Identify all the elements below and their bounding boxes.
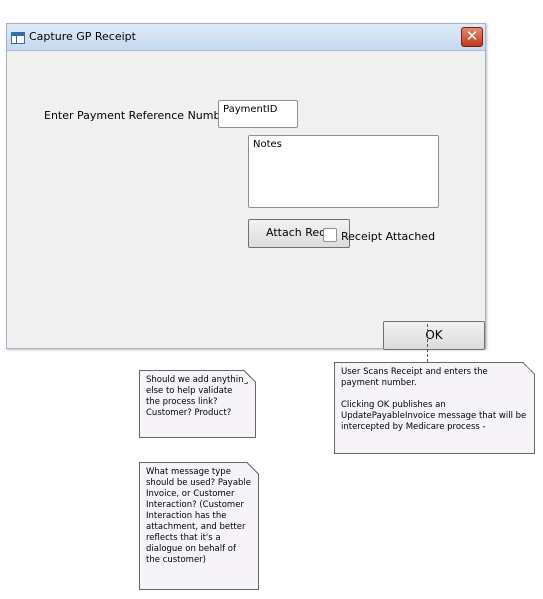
close-button[interactable]: ✕ — [461, 27, 483, 47]
receipt-attached-label: Receipt Attached — [341, 230, 436, 243]
ok-button[interactable]: OK — [383, 321, 485, 350]
payment-reference-label: Enter Payment Reference Number — [44, 109, 232, 122]
form-window-icon — [11, 32, 25, 44]
sticky-note-ok-behavior: User Scans Receipt and enters the paymen… — [334, 362, 535, 454]
payment-id-field[interactable]: PaymentID — [218, 100, 298, 128]
window-client-area: Enter Payment Reference Number PaymentID… — [15, 51, 485, 350]
sticky-note-message-type: What message type should be used? Payabl… — [139, 462, 259, 590]
payment-id-text: PaymentID — [223, 104, 278, 115]
notes-field[interactable]: Notes — [248, 135, 439, 208]
receipt-attached-checkbox[interactable] — [323, 228, 337, 242]
note-connector-line — [427, 324, 428, 362]
capture-gp-receipt-window: Capture GP Receipt ✕ Enter Payment Refer… — [6, 23, 486, 350]
sticky-note-validation: Should we add anything else to help vali… — [139, 370, 256, 438]
window-title: Capture GP Receipt — [29, 30, 136, 43]
title-bar[interactable]: Capture GP Receipt ✕ — [7, 24, 485, 51]
notes-text: Notes — [253, 139, 282, 150]
canvas: Capture GP Receipt ✕ Enter Payment Refer… — [0, 0, 543, 599]
close-icon: ✕ — [465, 27, 479, 45]
